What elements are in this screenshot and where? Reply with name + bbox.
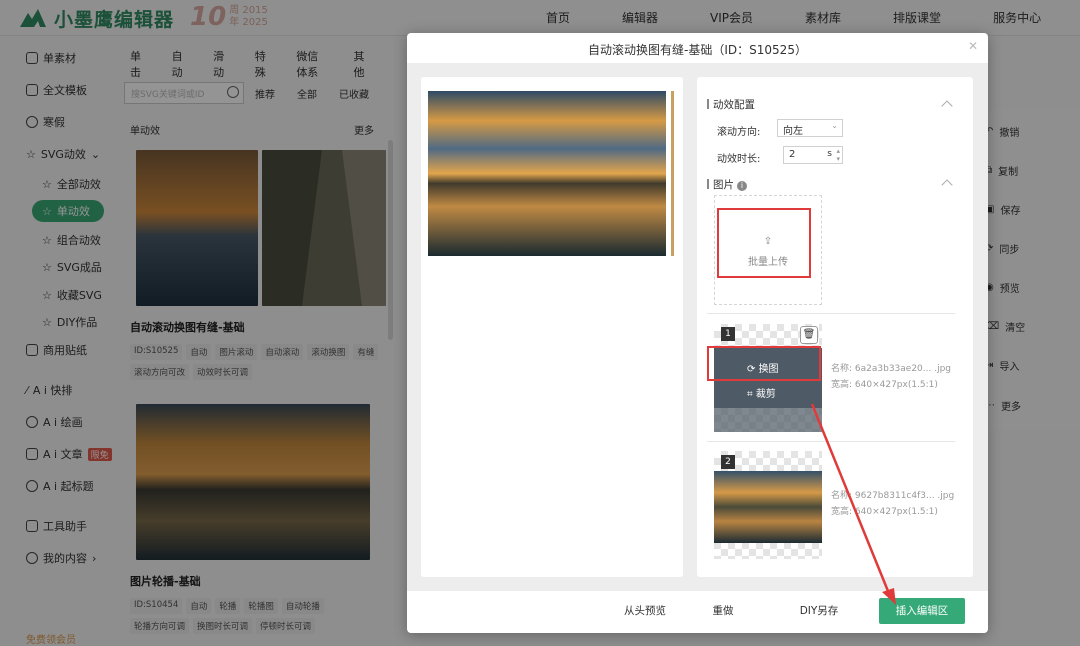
annotation-arrow (810, 403, 896, 605)
